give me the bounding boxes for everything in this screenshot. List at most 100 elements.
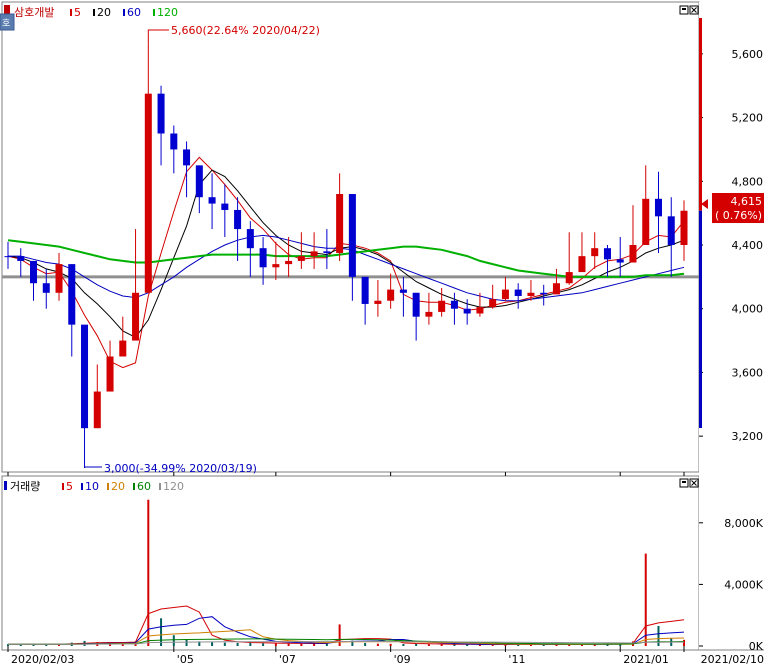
volume-bar bbox=[300, 643, 303, 646]
volume-bar bbox=[683, 639, 685, 646]
volume-bar bbox=[657, 625, 660, 646]
candle-body bbox=[183, 149, 191, 166]
volume-bar bbox=[160, 618, 163, 646]
candle-body bbox=[259, 248, 267, 268]
candle-body bbox=[285, 260, 293, 265]
current-price-change: ( 0.76%) bbox=[715, 209, 762, 222]
legend-label-vol-ma60: 60 bbox=[137, 480, 151, 493]
volume-bar bbox=[262, 643, 265, 646]
price-y-tick-label: 5,600 bbox=[732, 48, 764, 61]
candle-body bbox=[527, 292, 535, 296]
candle-body bbox=[119, 340, 127, 357]
candle-body bbox=[642, 198, 650, 245]
price-y-tick-label: 3,600 bbox=[732, 366, 764, 379]
volume-bar bbox=[402, 643, 405, 646]
candle-body bbox=[616, 259, 624, 263]
candle-body bbox=[450, 300, 458, 309]
x-tick-label: '11 bbox=[508, 653, 525, 666]
volume-bar bbox=[364, 642, 367, 646]
volume-bar bbox=[415, 643, 418, 646]
price-y-tick-label: 4,800 bbox=[732, 175, 764, 188]
price-y-tick-label: 4,000 bbox=[732, 303, 764, 316]
candle-body bbox=[68, 264, 76, 325]
x-tick-label: 2021/02/10 bbox=[701, 653, 764, 666]
legend-label-vol-ma10: 10 bbox=[85, 480, 99, 493]
panel-menu-icon[interactable] bbox=[4, 481, 7, 490]
candle-body bbox=[42, 283, 50, 293]
volume-legend: 거래량 bbox=[4, 480, 40, 493]
volume-bar bbox=[172, 635, 175, 646]
volume-y-tick-label: 4,000K bbox=[724, 578, 763, 591]
low-price-annotation: 3,000(-34.99% 2020/03/19) bbox=[104, 462, 257, 475]
candle-body bbox=[654, 198, 662, 217]
candle-body bbox=[323, 251, 331, 253]
candle-body bbox=[591, 248, 599, 257]
legend-label-ma5: 5 bbox=[74, 6, 81, 19]
candle-body bbox=[387, 289, 395, 301]
candle-body bbox=[463, 308, 471, 314]
candle-body bbox=[4, 256, 12, 258]
high-price-annotation: 5,660(22.64% 2020/04/22) bbox=[171, 24, 320, 37]
volume-bar bbox=[211, 642, 214, 646]
candle-body bbox=[667, 216, 675, 245]
candle-body bbox=[603, 248, 611, 260]
side-toggle-icon: 호 bbox=[2, 18, 10, 29]
candle-body bbox=[17, 256, 25, 261]
candle-body bbox=[336, 194, 344, 253]
volume-y-tick-label: 0K bbox=[749, 640, 764, 653]
candle-body bbox=[578, 256, 586, 273]
candle-body bbox=[195, 165, 203, 198]
volume-bar bbox=[427, 644, 430, 646]
candle-body bbox=[425, 311, 433, 317]
candle-body bbox=[565, 272, 573, 284]
candle-body bbox=[552, 283, 560, 295]
price-y-tick-label: 4,400 bbox=[732, 239, 764, 252]
x-tick-label: '05 bbox=[177, 653, 194, 666]
volume-bar bbox=[376, 643, 379, 646]
stock-chart-window: 삼호개발 호 거래량 4,615 ( 0.76%) 5,660(22.64% 2… bbox=[0, 0, 766, 666]
candle-body bbox=[374, 300, 382, 304]
candle-body bbox=[501, 289, 509, 300]
volume-bar bbox=[389, 643, 392, 646]
volume-bar bbox=[236, 642, 239, 646]
price-range-down-bar bbox=[699, 210, 702, 428]
legend-swatch-vol-ma5 bbox=[62, 483, 64, 490]
volume-panel-title: 거래량 bbox=[10, 480, 40, 493]
candle-body bbox=[412, 292, 420, 317]
chart-canvas: 삼호개발 호 거래량 4,615 ( 0.76%) 5,660(22.64% 2… bbox=[0, 1, 764, 666]
candle-body bbox=[55, 264, 63, 293]
candle-body bbox=[310, 251, 318, 257]
legend-swatch-vol-ma60 bbox=[133, 483, 135, 490]
candle-body bbox=[132, 292, 140, 341]
legend-label-ma120: 120 bbox=[157, 6, 178, 19]
candle-body bbox=[297, 256, 305, 261]
volume-bar bbox=[274, 643, 277, 646]
price-y-tick-label: 3,200 bbox=[732, 430, 764, 443]
candle-body bbox=[348, 194, 356, 277]
candle-body bbox=[170, 133, 178, 150]
candle-body bbox=[221, 203, 229, 210]
legend-label-vol-ma120: 120 bbox=[163, 480, 184, 493]
legend-label-ma20: 20 bbox=[97, 6, 111, 19]
candle-body bbox=[208, 197, 216, 204]
candle-body bbox=[629, 245, 637, 263]
x-tick-label: 2021/01 bbox=[623, 653, 669, 666]
x-tick-label: '07 bbox=[279, 653, 296, 666]
candle-body bbox=[272, 264, 280, 268]
volume-panel-frame bbox=[1, 475, 700, 651]
volume-bar bbox=[223, 642, 226, 646]
legend-swatch-vol-ma10 bbox=[81, 483, 83, 490]
candle-body bbox=[476, 307, 484, 314]
price-panel-title: 삼호개발 bbox=[14, 6, 54, 19]
candle-body bbox=[361, 276, 369, 304]
candle-body bbox=[93, 391, 101, 429]
volume-bar bbox=[440, 644, 443, 646]
candle-body bbox=[540, 292, 548, 295]
volume-bar bbox=[249, 642, 252, 646]
candle-body bbox=[680, 210, 688, 245]
right-axis-area bbox=[699, 2, 764, 650]
candle-body bbox=[489, 299, 497, 308]
candle-body bbox=[30, 260, 38, 284]
volume-y-tick-label: 8,000K bbox=[724, 517, 763, 530]
legend-swatch-ma5 bbox=[70, 9, 72, 16]
